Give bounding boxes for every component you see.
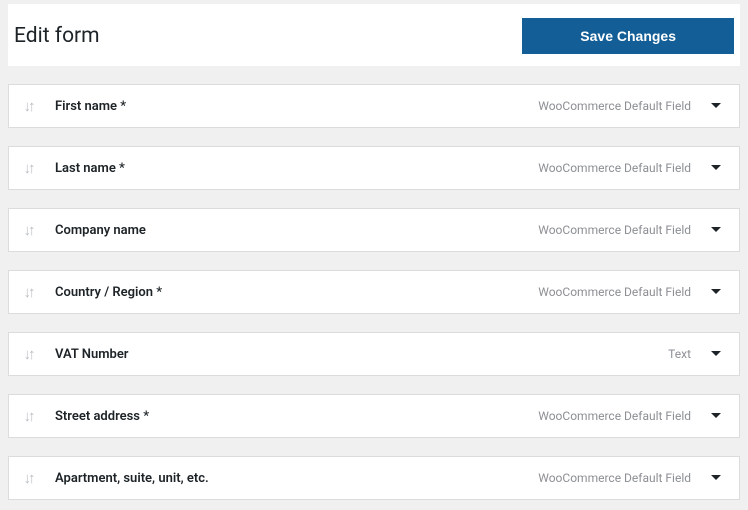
field-row[interactable]: ↓↑ Company nameWooCommerce Default Field	[8, 208, 740, 252]
field-label: Street address *	[55, 409, 538, 424]
page-title: Edit form	[14, 24, 100, 48]
field-label: Apartment, suite, unit, etc.	[55, 471, 538, 486]
field-type-label: Text	[668, 347, 691, 361]
expand-toggle-icon[interactable]	[709, 102, 723, 110]
expand-toggle-icon[interactable]	[709, 350, 723, 358]
field-type-label: WooCommerce Default Field	[538, 285, 691, 299]
field-row[interactable]: ↓↑ Street address *WooCommerce Default Fi…	[8, 394, 740, 438]
drag-handle-icon[interactable]: ↓↑	[19, 345, 37, 363]
expand-toggle-icon[interactable]	[709, 164, 723, 172]
field-row[interactable]: ↓↑ Country / Region *WooCommerce Default …	[8, 270, 740, 314]
drag-handle-icon[interactable]: ↓↑	[19, 221, 37, 239]
field-type-label: WooCommerce Default Field	[538, 161, 691, 175]
save-changes-button[interactable]: Save Changes	[522, 18, 734, 54]
expand-toggle-icon[interactable]	[709, 288, 723, 296]
field-row[interactable]: ↓↑ VAT NumberText	[8, 332, 740, 376]
field-row[interactable]: ↓↑ Apartment, suite, unit, etc.WooCommerc…	[8, 456, 740, 500]
expand-toggle-icon[interactable]	[709, 412, 723, 420]
field-label: Country / Region *	[55, 285, 538, 300]
field-row[interactable]: ↓↑ First name *WooCommerce Default Field	[8, 84, 740, 128]
field-row[interactable]: ↓↑ Last name *WooCommerce Default Field	[8, 146, 740, 190]
drag-handle-icon[interactable]: ↓↑	[19, 159, 37, 177]
field-label: VAT Number	[55, 347, 668, 362]
field-label: Last name *	[55, 161, 538, 176]
field-type-label: WooCommerce Default Field	[538, 409, 691, 423]
field-type-label: WooCommerce Default Field	[538, 99, 691, 113]
drag-handle-icon[interactable]: ↓↑	[19, 97, 37, 115]
expand-toggle-icon[interactable]	[709, 226, 723, 234]
field-type-label: WooCommerce Default Field	[538, 223, 691, 237]
field-label: First name *	[55, 99, 538, 114]
field-type-label: WooCommerce Default Field	[538, 471, 691, 485]
drag-handle-icon[interactable]: ↓↑	[19, 407, 37, 425]
page-header: Edit form Save Changes	[8, 4, 740, 66]
field-label: Company name	[55, 223, 538, 238]
expand-toggle-icon[interactable]	[709, 474, 723, 482]
fields-list: ↓↑First name *WooCommerce Default Field↓…	[8, 84, 740, 500]
drag-handle-icon[interactable]: ↓↑	[19, 469, 37, 487]
drag-handle-icon[interactable]: ↓↑	[19, 283, 37, 301]
